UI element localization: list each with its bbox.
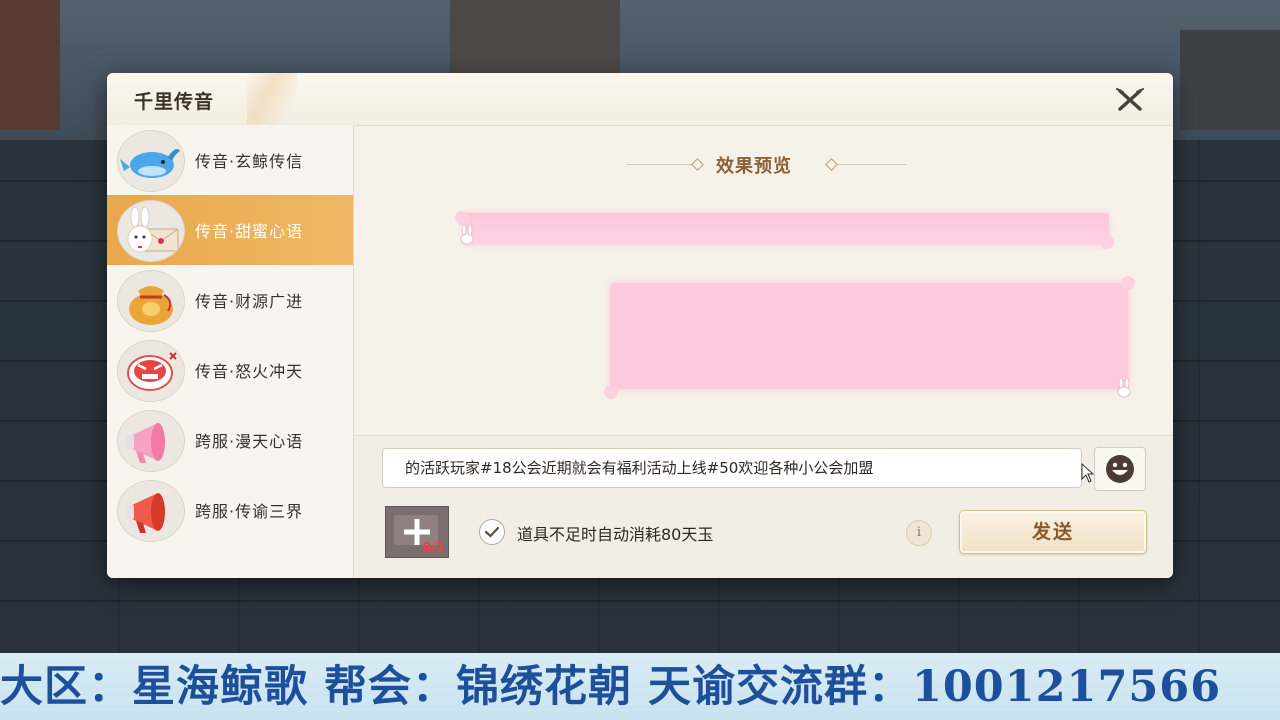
- mouse-cursor-icon: [1081, 463, 1095, 483]
- money-bag-icon: [117, 270, 185, 332]
- close-button[interactable]: [1113, 83, 1147, 117]
- preview-title-line-left: [627, 164, 697, 165]
- info-icon[interactable]: i: [906, 520, 932, 546]
- sidebar-item-whale[interactable]: 传音·玄鲸传信: [107, 125, 353, 195]
- preview-bubble-single-line: [463, 213, 1109, 245]
- whale-icon: [117, 130, 185, 192]
- preview-title: 效果预览: [716, 156, 792, 177]
- item-count: 0/1: [422, 541, 445, 556]
- angry-face-icon: [117, 340, 185, 402]
- preview-title-line-right: [837, 164, 907, 165]
- flower-decoration: [1121, 276, 1135, 290]
- background-building-center: [450, 0, 620, 75]
- preview-title-diamond-left: [691, 158, 704, 171]
- close-icon: [1116, 88, 1144, 111]
- message-type-sidebar: 传音·玄鲸传信 传音·甜蜜心语 传音·财源广进 传音·怒火冲天 跨服·漫天心语 …: [107, 125, 354, 578]
- auto-consume-checkbox[interactable]: [479, 519, 505, 545]
- flower-decoration: [604, 385, 618, 399]
- flower-decoration: [455, 211, 469, 225]
- sidebar-item-label: 传音·甜蜜心语: [195, 222, 304, 241]
- dialog-header: 千里传音: [107, 73, 1173, 126]
- sidebar-item-label: 传音·怒火冲天: [195, 362, 304, 381]
- emoji-button[interactable]: [1094, 447, 1146, 491]
- sidebar-item-label: 传音·财源广进: [195, 292, 304, 311]
- message-input[interactable]: 的活跃玩家#18公会近期就会有福利活动上线#50欢迎各种小公会加盟: [382, 448, 1082, 488]
- sidebar-item-label: 跨服·传谕三界: [195, 502, 304, 521]
- bunny-decoration-icon: [460, 224, 474, 245]
- bunny-decoration-icon: [1117, 377, 1131, 398]
- flower-decoration: [1100, 235, 1114, 249]
- title-decoration: [247, 73, 297, 125]
- sidebar-item-cross-server-heart[interactable]: 跨服·漫天心语: [107, 405, 353, 475]
- sidebar-item-label: 传音·玄鲸传信: [195, 152, 304, 171]
- megaphone-pink-icon: [117, 410, 185, 472]
- send-button[interactable]: 发送: [959, 510, 1147, 554]
- megaphone-red-icon: [117, 480, 185, 542]
- sidebar-item-cross-server-decree[interactable]: 跨服·传谕三界: [107, 475, 353, 545]
- thousand-mile-message-dialog: 千里传音 传音·玄鲸传信 传音·甜蜜心语 传音·财源广进 传音·怒火冲天 跨服·…: [107, 73, 1173, 578]
- emoji-icon: [1106, 455, 1134, 483]
- dialog-title: 千里传音: [134, 91, 215, 113]
- item-slot-button[interactable]: 0/1: [385, 506, 449, 558]
- sidebar-item-label: 跨服·漫天心语: [195, 432, 304, 451]
- sidebar-item-sweet-words[interactable]: 传音·甜蜜心语: [107, 195, 353, 265]
- checkmark-icon: [484, 526, 500, 538]
- sidebar-item-rage[interactable]: 传音·怒火冲天: [107, 335, 353, 405]
- background-building-right: [1180, 30, 1280, 130]
- banner-text: 大区：星海鲸歌 帮会：锦绣花朝 天谕交流群：1001217566: [0, 662, 1222, 712]
- sidebar-item-wealth[interactable]: 传音·财源广进: [107, 265, 353, 335]
- auto-consume-label: 道具不足时自动消耗80天玉: [517, 525, 714, 544]
- stream-info-banner: 大区：星海鲸歌 帮会：锦绣花朝 天谕交流群：1001217566: [0, 653, 1280, 720]
- preview-bubble-multi-line: [610, 283, 1128, 389]
- background-building-left: [0, 0, 60, 130]
- preview-title-diamond-right: [825, 158, 838, 171]
- bunny-letter-icon: [117, 200, 185, 262]
